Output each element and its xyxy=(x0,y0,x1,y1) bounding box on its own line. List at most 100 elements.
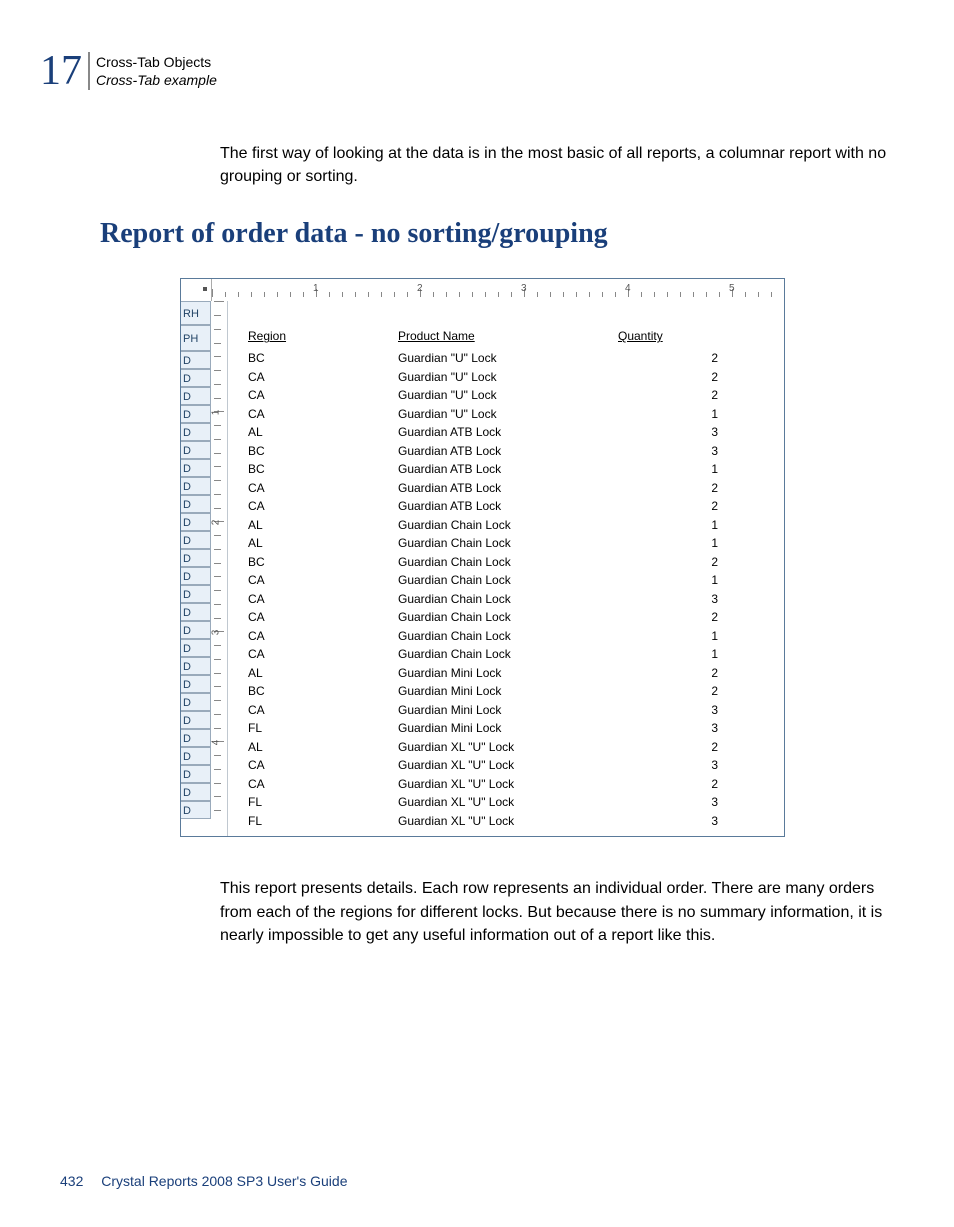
cell-quantity: 2 xyxy=(618,368,748,387)
cell-quantity: 2 xyxy=(618,349,748,368)
cell-quantity: 2 xyxy=(618,682,748,701)
section-label-d: D xyxy=(181,603,211,621)
vruler-number: 1 xyxy=(210,410,221,416)
cell-quantity: 3 xyxy=(618,756,748,775)
page-header: 17 Cross-Tab Objects Cross-Tab example xyxy=(40,50,894,92)
doc-title: Crystal Reports 2008 SP3 User's Guide xyxy=(101,1173,347,1189)
cell-quantity: 2 xyxy=(618,608,748,627)
cell-region: CA xyxy=(248,775,398,794)
table-row: FLGuardian XL "U" Lock3 xyxy=(248,793,776,812)
table-row: ALGuardian Chain Lock1 xyxy=(248,516,776,535)
table-row: CAGuardian "U" Lock1 xyxy=(248,405,776,424)
cell-quantity: 3 xyxy=(618,812,748,831)
section-label-d: D xyxy=(181,387,211,405)
table-row: CAGuardian Chain Lock1 xyxy=(248,571,776,590)
section-label-d: D xyxy=(181,477,211,495)
cell-quantity: 2 xyxy=(618,664,748,683)
cell-region: AL xyxy=(248,534,398,553)
cell-product: Guardian Chain Lock xyxy=(398,590,618,609)
cell-product: Guardian Mini Lock xyxy=(398,719,618,738)
cell-quantity: 2 xyxy=(618,775,748,794)
table-row: CAGuardian "U" Lock2 xyxy=(248,386,776,405)
horizontal-ruler: 12345 xyxy=(212,279,784,301)
cell-product: Guardian ATB Lock xyxy=(398,479,618,498)
cell-product: Guardian "U" Lock xyxy=(398,386,618,405)
section-label-d: D xyxy=(181,639,211,657)
rh-spacer xyxy=(248,305,776,327)
cell-region: BC xyxy=(248,442,398,461)
cell-product: Guardian Mini Lock xyxy=(398,682,618,701)
header-divider xyxy=(88,52,90,90)
cell-product: Guardian Chain Lock xyxy=(398,608,618,627)
table-row: BCGuardian Chain Lock2 xyxy=(248,553,776,572)
header-title: Cross-Tab Objects xyxy=(96,53,217,71)
cell-product: Guardian XL "U" Lock xyxy=(398,738,618,757)
section-label-d: D xyxy=(181,531,211,549)
section-label-rh: RH xyxy=(181,301,211,325)
table-row: CAGuardian Mini Lock3 xyxy=(248,701,776,720)
cell-quantity: 3 xyxy=(618,719,748,738)
ruler-major: 3 xyxy=(521,283,527,294)
table-row: CAGuardian ATB Lock2 xyxy=(248,479,776,498)
cell-region: CA xyxy=(248,701,398,720)
table-row: CAGuardian Chain Lock1 xyxy=(248,645,776,664)
cell-product: Guardian XL "U" Lock xyxy=(398,793,618,812)
section-label-d: D xyxy=(181,549,211,567)
cell-region: FL xyxy=(248,719,398,738)
cell-region: AL xyxy=(248,516,398,535)
page-number: 432 xyxy=(60,1173,83,1189)
cell-quantity: 2 xyxy=(618,553,748,572)
cell-quantity: 3 xyxy=(618,590,748,609)
cell-quantity: 2 xyxy=(618,497,748,516)
cell-quantity: 3 xyxy=(618,442,748,461)
cell-quantity: 2 xyxy=(618,479,748,498)
table-row: FLGuardian Mini Lock3 xyxy=(248,719,776,738)
report-designer-screenshot: 12345 RHPHDDDDDDDDDDDDDDDDDDDDDDDDDD 123… xyxy=(180,278,785,837)
design-content-area: Region Product Name Quantity BCGuardian … xyxy=(228,301,784,836)
section-label-d: D xyxy=(181,441,211,459)
table-row: BCGuardian ATB Lock3 xyxy=(248,442,776,461)
cell-region: CA xyxy=(248,368,398,387)
table-row: CAGuardian Chain Lock2 xyxy=(248,608,776,627)
table-row: CAGuardian "U" Lock2 xyxy=(248,368,776,387)
cell-product: Guardian XL "U" Lock xyxy=(398,756,618,775)
table-row: BCGuardian Mini Lock2 xyxy=(248,682,776,701)
ruler-corner xyxy=(181,279,212,301)
section-label-d: D xyxy=(181,765,211,783)
section-label-d: D xyxy=(181,585,211,603)
table-row: ALGuardian ATB Lock3 xyxy=(248,423,776,442)
cell-quantity: 3 xyxy=(618,793,748,812)
section-label-d: D xyxy=(181,369,211,387)
section-label-d: D xyxy=(181,621,211,639)
cell-region: BC xyxy=(248,553,398,572)
page-footer: 432 Crystal Reports 2008 SP3 User's Guid… xyxy=(60,1173,347,1189)
section-label-d: D xyxy=(181,513,211,531)
section-label-d: D xyxy=(181,657,211,675)
section-heading: Report of order data - no sorting/groupi… xyxy=(100,218,894,250)
cell-region: CA xyxy=(248,590,398,609)
section-label-ph: PH xyxy=(181,325,211,351)
horizontal-ruler-row: 12345 xyxy=(181,279,784,301)
cell-region: BC xyxy=(248,349,398,368)
after-paragraph: This report presents details. Each row r… xyxy=(220,877,894,947)
cell-region: BC xyxy=(248,682,398,701)
cell-product: Guardian XL "U" Lock xyxy=(398,812,618,831)
cell-quantity: 3 xyxy=(618,701,748,720)
cell-region: FL xyxy=(248,793,398,812)
cell-quantity: 3 xyxy=(618,423,748,442)
table-row: CAGuardian XL "U" Lock2 xyxy=(248,775,776,794)
table-row: ALGuardian XL "U" Lock2 xyxy=(248,738,776,757)
cell-product: Guardian Chain Lock xyxy=(398,516,618,535)
table-row: BCGuardian ATB Lock1 xyxy=(248,460,776,479)
table-row: FLGuardian XL "U" Lock3 xyxy=(248,812,776,831)
cell-product: Guardian "U" Lock xyxy=(398,368,618,387)
cell-quantity: 1 xyxy=(618,645,748,664)
cell-product: Guardian Chain Lock xyxy=(398,627,618,646)
section-label-d: D xyxy=(181,693,211,711)
cell-product: Guardian ATB Lock xyxy=(398,423,618,442)
cell-region: FL xyxy=(248,812,398,831)
column-header-product: Product Name xyxy=(398,329,618,343)
cell-quantity: 1 xyxy=(618,627,748,646)
cell-region: CA xyxy=(248,571,398,590)
cell-quantity: 1 xyxy=(618,516,748,535)
